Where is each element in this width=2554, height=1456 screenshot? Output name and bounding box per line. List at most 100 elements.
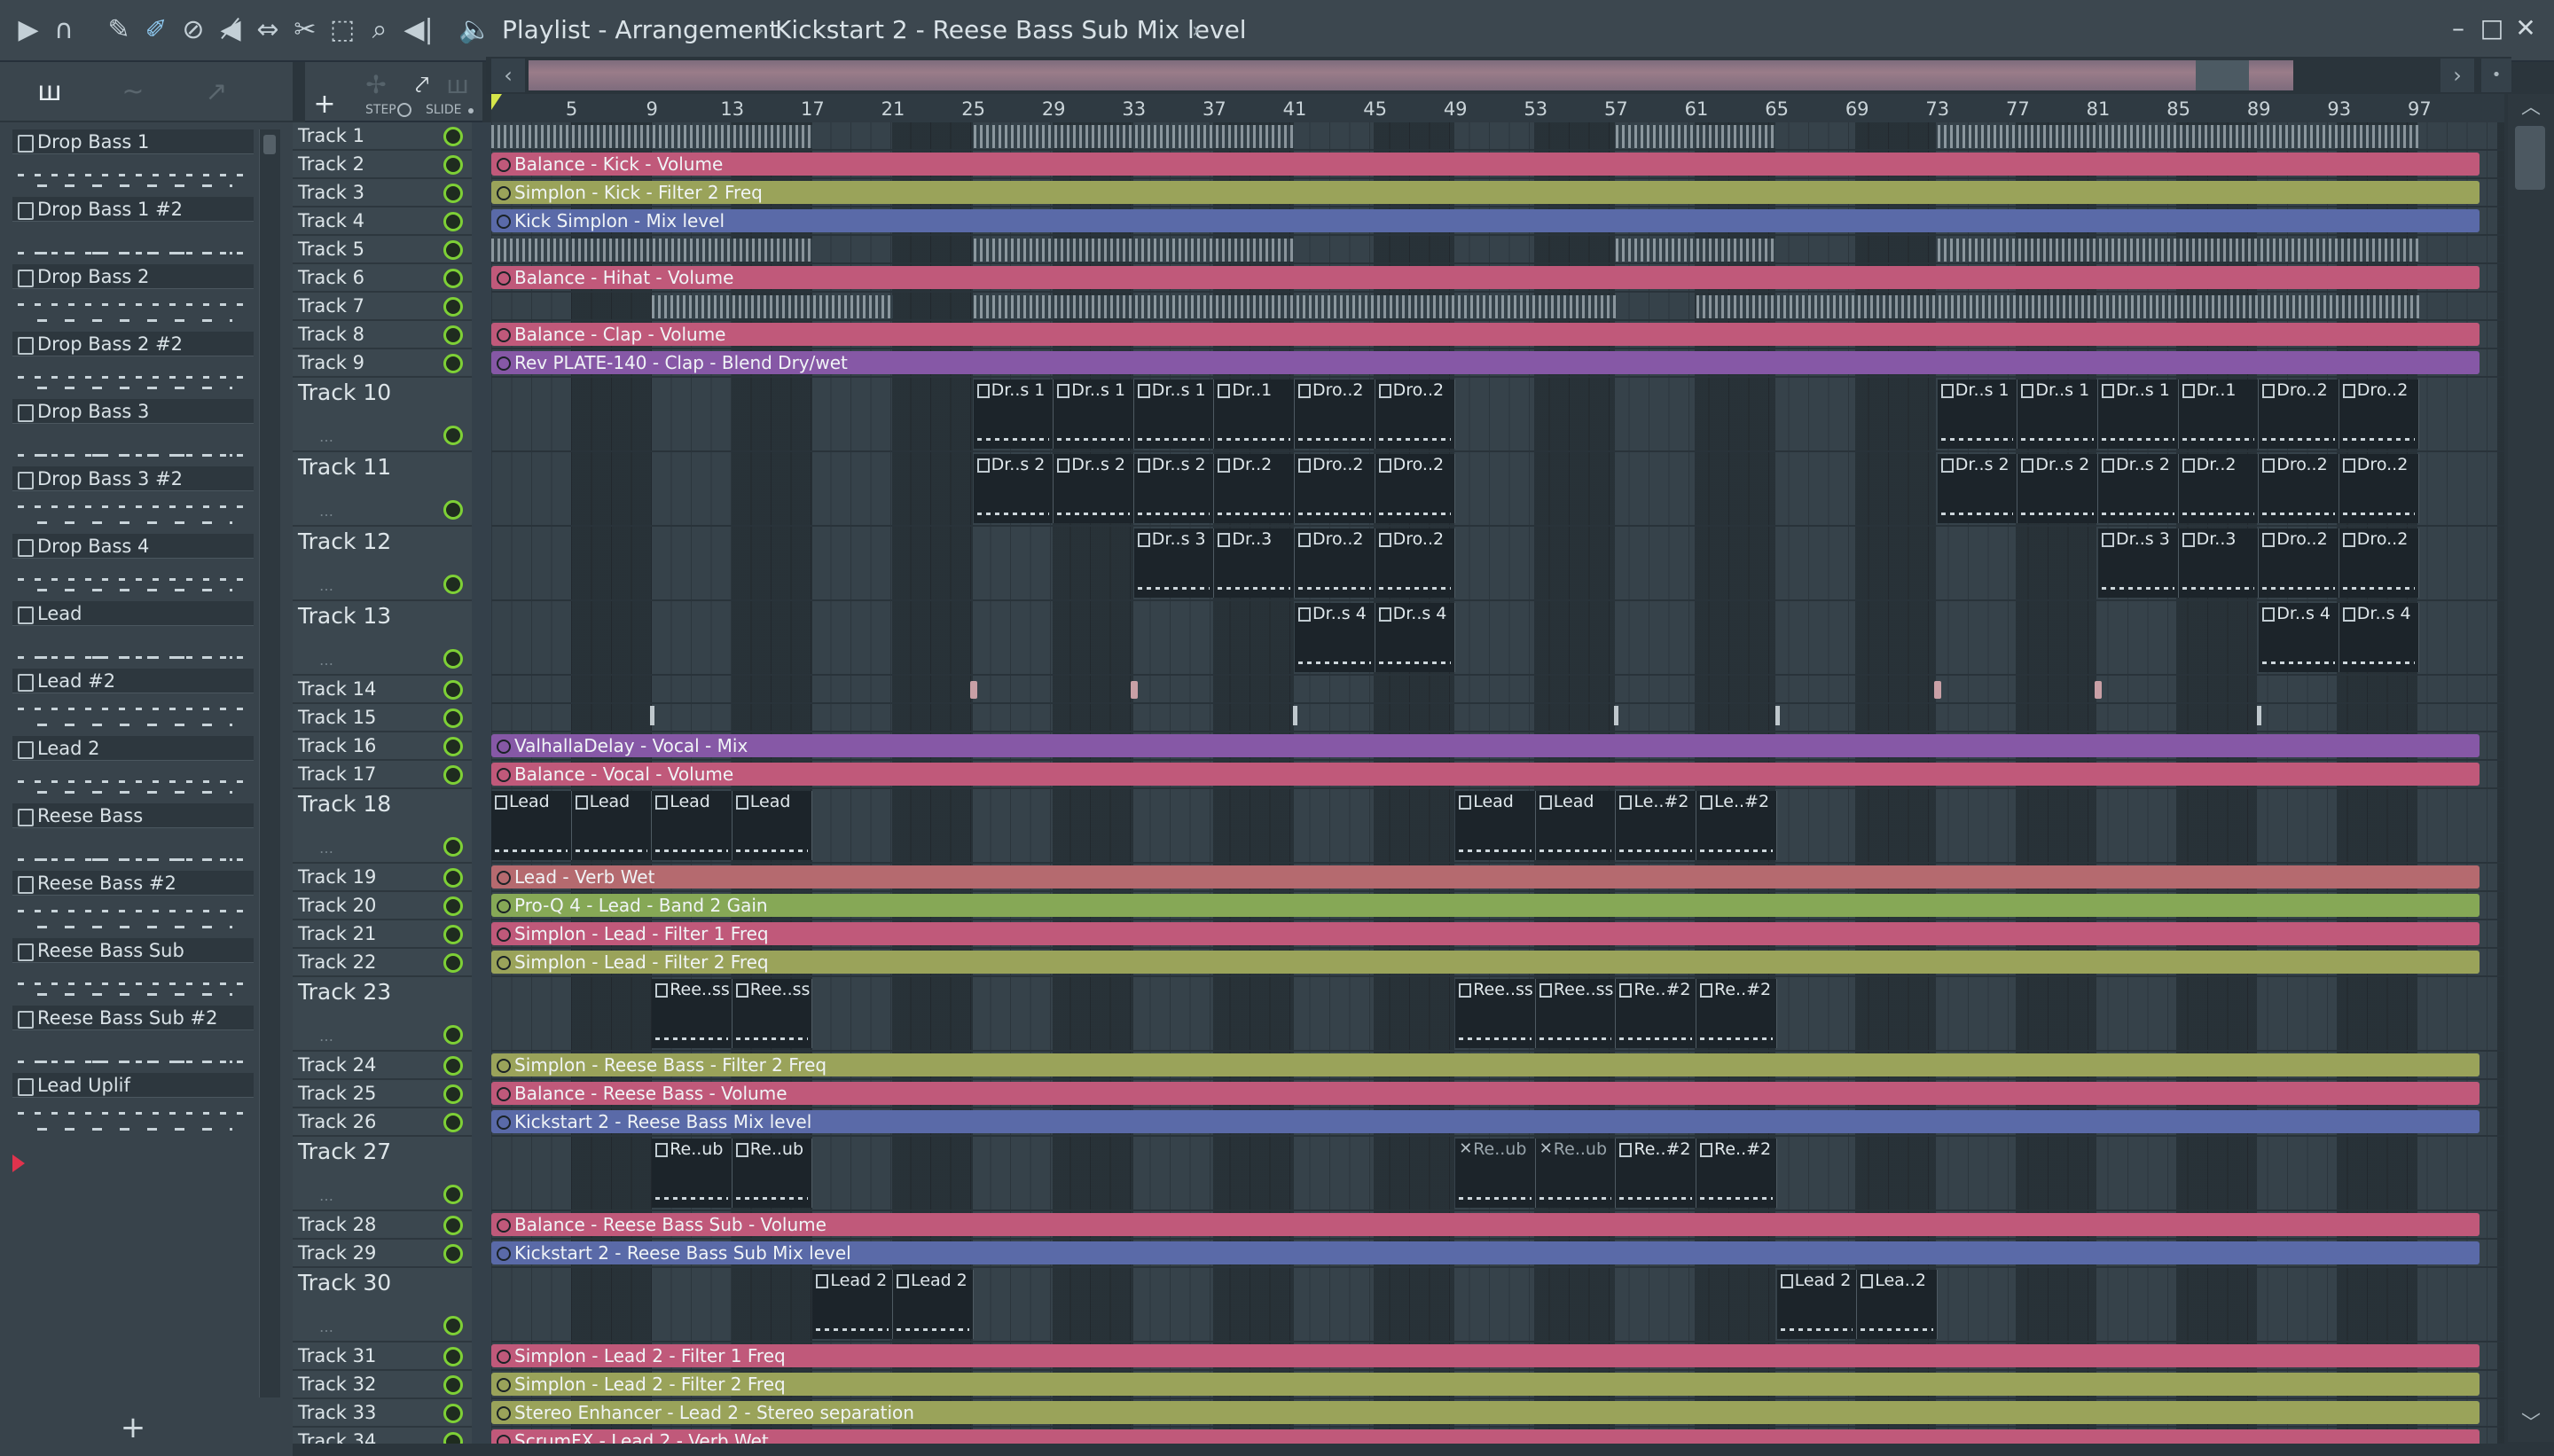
automation-clip[interactable]: Simplon - Reese Bass - Filter 2 Freq	[491, 1053, 2480, 1076]
select-tool-icon[interactable]: ⬚	[325, 12, 360, 48]
scroll-thumb[interactable]	[263, 135, 276, 154]
mute-tool-icon[interactable]: ◀̸	[213, 12, 248, 48]
pattern-clip[interactable]: Dro..2	[2339, 380, 2420, 449]
track-header[interactable]: Track 15	[293, 704, 472, 732]
pattern-clip[interactable]: Dr..s 2	[973, 454, 1054, 523]
track-lane[interactable]: Simplon - Lead - Filter 1 Freq	[491, 920, 2504, 949]
track-header[interactable]: Track 26	[293, 1108, 472, 1137]
pattern-clip[interactable]: Re..ub	[1455, 1139, 1536, 1208]
pattern-clip[interactable]: Dr..3	[1214, 528, 1295, 598]
pattern-clip[interactable]: Re..#2	[1616, 1139, 1696, 1208]
playback-tool-icon[interactable]: ◀|	[401, 12, 436, 48]
track-lane[interactable]: Dr..s 4 Dr..s 4 Dr..s 4 Dr..s 4	[491, 601, 2504, 676]
pattern-item[interactable]: Drop Bass 2 #2	[12, 332, 254, 399]
pattern-clip[interactable]: Dro..2	[2259, 380, 2339, 449]
track-header[interactable]: Track 30…	[293, 1268, 472, 1342]
track-lane[interactable]: Simplon - Kick - Filter 2 Freq	[491, 179, 2504, 207]
track-lane[interactable]: Balance - Hihat - Volume	[491, 264, 2504, 293]
track-enable-toggle[interactable]	[443, 297, 463, 317]
audio-clip[interactable]	[1937, 239, 2420, 262]
track-lane[interactable]	[491, 293, 2504, 321]
pattern-clip[interactable]: Ree..ss	[652, 979, 733, 1048]
pattern-item[interactable]: Reese Bass Sub #2	[12, 1006, 254, 1073]
piano-clip-icon[interactable]: ✢	[358, 71, 394, 99]
pattern-clip[interactable]: Dro..2	[1375, 454, 1456, 523]
automation-clip[interactable]: Kickstart 2 - Reese Bass Mix level	[491, 1110, 2480, 1133]
track-enable-toggle[interactable]	[443, 1244, 463, 1264]
track-lane[interactable]	[491, 236, 2504, 264]
pattern-clip[interactable]: Dro..2	[2259, 528, 2339, 598]
pattern-item[interactable]: Reese Bass	[12, 803, 254, 871]
track-enable-toggle[interactable]	[443, 896, 463, 916]
track-lane[interactable]: Dr..s 2 Dr..s 2 Dr..s 2 Dr..2 Dro..2 Dro..2 Dr…	[491, 452, 2504, 527]
track-enable-toggle[interactable]	[443, 1375, 463, 1395]
track-header[interactable]: Track 2	[293, 151, 472, 179]
pattern-clip[interactable]: Dr..1	[2178, 380, 2260, 449]
track-header[interactable]: Track 19	[293, 864, 472, 892]
track-header[interactable]: Track 8	[293, 321, 472, 349]
track-header[interactable]: Track 5	[293, 236, 472, 264]
track-header[interactable]: Track 17	[293, 761, 472, 789]
pattern-item[interactable]: Reese Bass Sub	[12, 938, 254, 1006]
pattern-item[interactable]: Lead 2	[12, 736, 254, 803]
event-marker[interactable]	[1614, 706, 1619, 725]
track-enable-toggle[interactable]	[443, 837, 463, 857]
track-header[interactable]: Track 13…	[293, 601, 472, 676]
pattern-clip[interactable]: Lead	[732, 791, 813, 860]
slip-tool-icon[interactable]: ⇔	[250, 12, 286, 48]
track-header[interactable]: Track 9	[293, 349, 472, 378]
track-lane[interactable]: Kickstart 2 - Reese Bass Sub Mix level	[491, 1240, 2504, 1268]
pattern-clip[interactable]: Lead 2	[1776, 1270, 1858, 1339]
automation-icon[interactable]: ⤤	[404, 71, 440, 99]
track-lane[interactable]: Lead - Verb Wet	[491, 864, 2504, 892]
pattern-clip[interactable]: Dr..s 4	[2259, 603, 2339, 672]
track-lane[interactable]	[491, 676, 2504, 704]
track-header[interactable]: Track 7	[293, 293, 472, 321]
automation-clip[interactable]: Balance - Vocal - Volume	[491, 763, 2480, 786]
audio-clip[interactable]	[1937, 125, 2420, 148]
track-lane[interactable]: Dr..s 3 Dr..3 Dro..2 Dro..2 Dr..s 3 Dr..3 Dro.…	[491, 527, 2504, 601]
pattern-clip[interactable]: Dr..s 1	[1054, 380, 1134, 449]
track-enable-toggle[interactable]	[443, 1216, 463, 1235]
pattern-item[interactable]: Drop Bass 4	[12, 534, 254, 601]
pattern-clip[interactable]: Dr..2	[2178, 454, 2260, 523]
pattern-clip[interactable]: Dr..s 4	[1295, 603, 1375, 672]
track-lane[interactable]: Balance - Kick - Volume	[491, 151, 2504, 179]
pattern-clip[interactable]: Dr..s 2	[2017, 454, 2098, 523]
track-lane[interactable]	[491, 122, 2504, 151]
wave-icon[interactable]: ~	[112, 76, 154, 108]
track-header[interactable]: Track 33	[293, 1399, 472, 1428]
track-lane[interactable]: Lead 2 Lead 2 Lead 2 Lea..2	[491, 1268, 2504, 1342]
pattern-clip[interactable]: Re..ub	[1535, 1139, 1617, 1208]
audio-clip[interactable]	[491, 239, 813, 262]
event-marker[interactable]	[2095, 681, 2102, 699]
pattern-clip[interactable]: Dr..s 2	[1054, 454, 1134, 523]
track-grip-icon[interactable]: …	[319, 654, 333, 668]
pattern-clip[interactable]: Lea..2	[1857, 1270, 1938, 1339]
automation-clip[interactable]: Simplon - Lead 2 - Filter 2 Freq	[491, 1373, 2480, 1396]
track-lane[interactable]: Lead Lead Lead Lead Lead Lead Le..#2 Le..#2	[491, 789, 2504, 864]
pattern-clip[interactable]: Dr..s 3	[2098, 528, 2179, 598]
track-grip-icon[interactable]: …	[319, 1189, 333, 1203]
track-enable-toggle[interactable]	[443, 1347, 463, 1366]
pattern-clip[interactable]: Dro..2	[1295, 380, 1375, 449]
track-lane[interactable]: Balance - Reese Bass - Volume	[491, 1080, 2504, 1108]
breadcrumb-current[interactable]: Kickstart 2 - Reese Bass Sub Mix level	[775, 12, 1247, 48]
track-header[interactable]: Track 28	[293, 1211, 472, 1240]
automation-clip[interactable]: Kickstart 2 - Reese Bass Sub Mix level	[491, 1241, 2480, 1264]
automation-clip[interactable]: Lead - Verb Wet	[491, 865, 2480, 888]
track-header[interactable]: Track 23…	[293, 977, 472, 1052]
pattern-clip[interactable]: Dr..1	[1214, 380, 1295, 449]
add-track-button[interactable]: +	[305, 89, 344, 121]
playlist-overview[interactable]: ‹ › •	[486, 57, 2511, 94]
audio-clip[interactable]	[973, 125, 1295, 148]
pattern-clip[interactable]: Lead	[1535, 791, 1617, 860]
track-enable-toggle[interactable]	[443, 680, 463, 700]
browser-scrollbar[interactable]	[259, 129, 280, 1397]
pattern-clip[interactable]: Dr..s 1	[2098, 380, 2179, 449]
track-lane[interactable]: Balance - Clap - Volume	[491, 321, 2504, 349]
automation-clip[interactable]: Rev PLATE-140 - Clap - Blend Dry/wet	[491, 351, 2480, 374]
vertical-scrollbar[interactable]: ︿ ﹀	[2508, 94, 2554, 1442]
track-header[interactable]: Track 18…	[293, 789, 472, 864]
track-lane[interactable]: Stereo Enhancer - Lead 2 - Stereo separa…	[491, 1399, 2504, 1428]
